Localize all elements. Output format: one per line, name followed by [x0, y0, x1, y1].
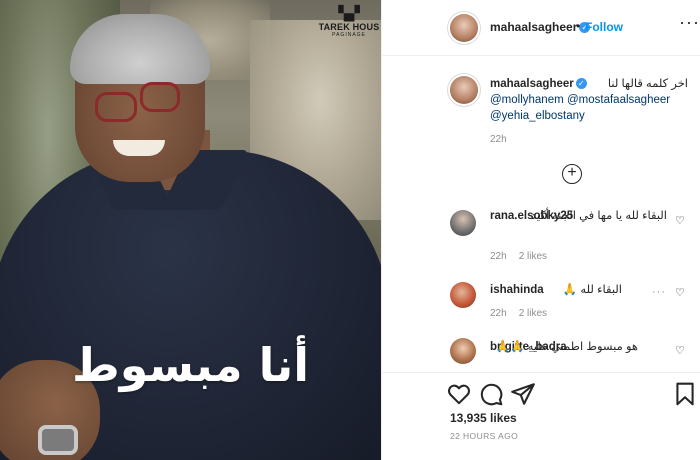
brand-logo: ▚▞ TAREK HOUS PAGINAGE: [318, 6, 380, 38]
comment-meta: 22h 2 likes: [490, 308, 559, 319]
comment-username[interactable]: ishahinda: [490, 284, 544, 296]
image-overlay-text: أنا مبسوط: [71, 338, 309, 392]
glasses-right-lens: [140, 82, 180, 112]
caption-time[interactable]: 22h: [490, 134, 507, 145]
author-avatar[interactable]: [450, 14, 478, 42]
like-heart-icon[interactable]: [446, 381, 472, 407]
comment-text: البقاء لله 🙏: [562, 284, 622, 296]
share-send-icon[interactable]: [510, 381, 536, 407]
verified-badge-icon: ✓: [575, 78, 587, 90]
commenter-avatar[interactable]: [450, 338, 476, 364]
comment-text-content: البقاء لله يا مها في الجنة أكيد: [530, 210, 667, 222]
post-details-panel: mahaalsagheer ✓ • Follow mahaalsagheer ✓ ا…: [381, 0, 700, 460]
comment-likes[interactable]: 2 likes: [519, 251, 547, 262]
logo-subtitle: PAGINAGE: [332, 32, 366, 38]
caption-username[interactable]: mahaalsagheer ✓: [490, 76, 587, 92]
comment-like-heart-icon[interactable]: ♡: [675, 214, 685, 227]
comment-text: هو مبسوط اطمني عليه 🙏🙏: [495, 341, 638, 353]
logo-brand: TAREK HOUS: [318, 22, 380, 32]
comment-text: البقاء لله يا مها في الجنة أكيد: [490, 209, 667, 224]
author-username-text[interactable]: mahaalsagheer: [490, 20, 577, 34]
wristwatch: [38, 425, 78, 455]
comment-likes[interactable]: 2 likes: [519, 308, 547, 319]
post-header: mahaalsagheer ✓ • Follow: [382, 0, 700, 56]
commenter-avatar[interactable]: [450, 282, 476, 308]
likes-count[interactable]: 13,935 likes: [450, 411, 517, 425]
comment-options-icon[interactable]: ···: [652, 286, 666, 298]
person-hair: [70, 14, 210, 84]
save-bookmark-icon[interactable]: [672, 381, 698, 407]
more-options-icon[interactable]: ···: [679, 12, 700, 33]
comment-bubble-icon[interactable]: [478, 381, 504, 407]
post-image[interactable]: ▚▞ TAREK HOUS PAGINAGE أنا مبسوط: [0, 0, 381, 460]
comment-like-heart-icon[interactable]: ♡: [675, 344, 685, 357]
caption-username-text[interactable]: mahaalsagheer: [490, 78, 574, 90]
caption-author-avatar[interactable]: [450, 76, 478, 104]
caption-text: اخر كلمه قالها لنا: [607, 78, 688, 90]
comment-like-heart-icon[interactable]: ♡: [675, 286, 685, 299]
load-more-comments-button[interactable]: +: [562, 164, 582, 184]
header-separator: •: [576, 19, 581, 33]
person-smile: [113, 140, 165, 156]
caption-mention[interactable]: @yehia_elbostany: [490, 108, 688, 124]
posted-time[interactable]: 22 HOURS AGO: [450, 431, 518, 441]
comment-time[interactable]: 22h: [490, 251, 507, 262]
logo-mark: ▚▞: [338, 5, 360, 21]
comment-meta: 22h 2 likes: [490, 251, 559, 262]
follow-button[interactable]: Follow: [585, 20, 623, 34]
glasses-left-lens: [95, 92, 137, 122]
caption-mention[interactable]: @mostafaalsagheer: [567, 92, 670, 108]
post-action-bar: 13,935 likes 22 HOURS AGO: [382, 372, 700, 460]
commenter-avatar[interactable]: [450, 210, 476, 236]
comment-time[interactable]: 22h: [490, 308, 507, 319]
caption: mahaalsagheer ✓ اخر كلمه قالها لنا @molly…: [490, 76, 688, 124]
